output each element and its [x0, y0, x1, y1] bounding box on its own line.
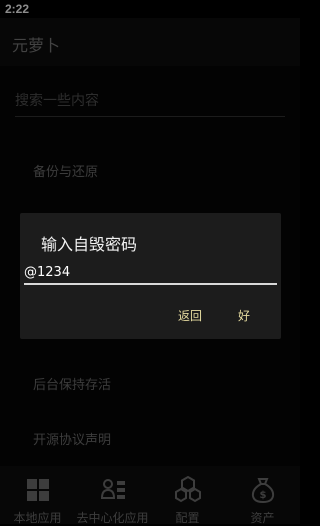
- password-input[interactable]: [24, 262, 277, 283]
- ok-button[interactable]: 好: [238, 307, 250, 324]
- password-input-field[interactable]: [24, 261, 277, 285]
- cancel-button[interactable]: 返回: [178, 307, 202, 324]
- dialog-title: 输入自毁密码: [41, 235, 138, 254]
- self-destruct-password-dialog: 输入自毁密码 返回 好: [20, 213, 281, 339]
